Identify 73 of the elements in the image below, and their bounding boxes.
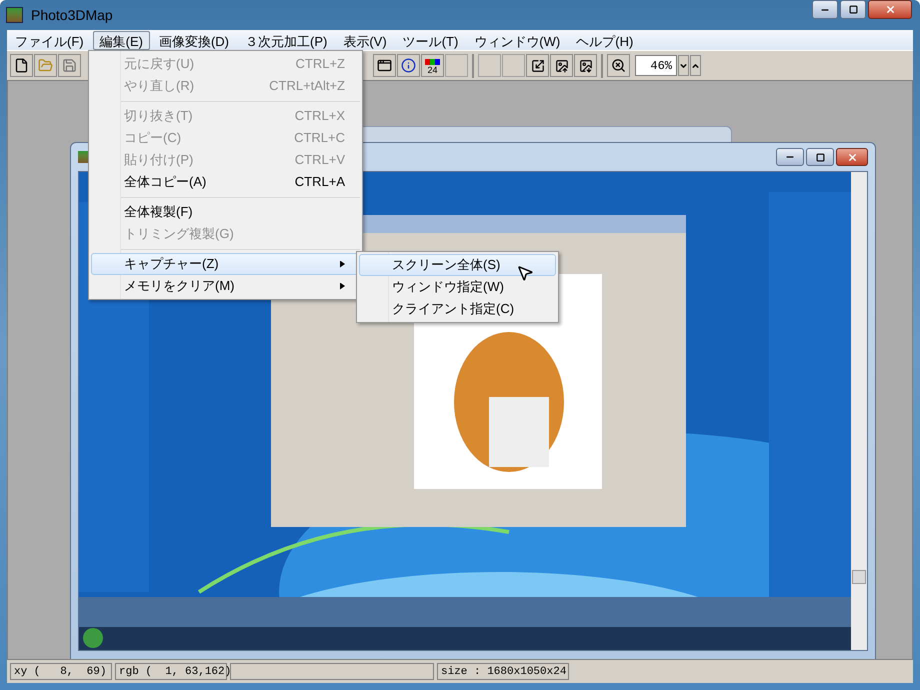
new-file-button[interactable] <box>10 54 33 77</box>
menu-label: メモリをクリア(M) <box>124 277 234 296</box>
close-icon <box>884 4 896 15</box>
menu-label: トリミング複製(G) <box>124 225 234 244</box>
shortcut-text: CTRL+A <box>294 173 345 192</box>
resize-image-button[interactable] <box>526 54 549 77</box>
shortcut-text: CTRL+C <box>294 129 345 148</box>
menu-bar-item[interactable]: ３次元加工(P) <box>238 30 334 50</box>
close-button[interactable] <box>836 148 868 166</box>
rgb-icon <box>425 59 440 65</box>
maximize-button[interactable] <box>840 0 866 19</box>
save-button[interactable] <box>58 54 81 77</box>
zoom-off-button[interactable] <box>607 54 630 77</box>
menu-label: 切り抜き(T) <box>124 107 193 126</box>
info-button[interactable] <box>397 54 420 77</box>
folder-icon <box>38 58 53 73</box>
menu-bar-item[interactable]: 編集(E) <box>92 30 150 50</box>
menu-bar-item[interactable]: ファイル(F) <box>8 30 91 50</box>
shortcut-text: CTRL+Z <box>296 55 345 74</box>
menu-item[interactable]: スクリーン全体(S) <box>359 254 556 276</box>
menu-label: ウィンドウ指定(W) <box>392 278 504 296</box>
image-icon <box>578 58 592 72</box>
color-depth-button[interactable]: 24 <box>421 54 444 77</box>
window-icon <box>377 58 392 73</box>
menu-label: スクリーン全体(S) <box>392 256 500 274</box>
menu-label: クライアント指定(C) <box>392 300 514 318</box>
maximize-button[interactable] <box>806 148 834 166</box>
shortcut-text: CTRL+X <box>294 107 345 126</box>
menu-bar-item[interactable]: 表示(V) <box>336 30 394 50</box>
image-down-button[interactable] <box>574 54 597 77</box>
menu-label: やり直し(R) <box>124 77 194 96</box>
zoom-down-button[interactable] <box>678 55 689 76</box>
menu-label: 全体複製(F) <box>124 203 193 222</box>
image-icon <box>554 58 568 72</box>
menu-bar-item[interactable]: ヘルプ(H) <box>569 30 640 50</box>
menu-bar-item[interactable]: 画像変換(D) <box>152 30 236 50</box>
image-up-button[interactable] <box>550 54 573 77</box>
menu-item[interactable]: 全体コピー(A) CTRL+A <box>91 171 360 193</box>
scrollbar[interactable] <box>851 172 867 650</box>
status-rgb: rgb ( 1, 63,162) <box>115 663 227 680</box>
close-icon <box>846 152 858 162</box>
menu-label: 元に戻す(U) <box>124 55 194 74</box>
close-button[interactable] <box>868 0 912 19</box>
scrollbar-thumb[interactable] <box>852 570 866 584</box>
mouse-cursor-icon <box>516 264 534 282</box>
maximize-icon <box>816 152 824 162</box>
menu-item[interactable]: ウィンドウ指定(W) <box>359 276 556 298</box>
shortcut-text: CTRL+tAlt+Z <box>269 77 345 96</box>
resize-icon <box>530 58 544 72</box>
menu-bar-item[interactable]: ウィンドウ(W) <box>467 30 568 50</box>
file-icon <box>14 58 29 73</box>
zoom-field[interactable]: 46% <box>635 55 677 76</box>
menu-label: 全体コピー(A) <box>124 173 206 192</box>
save-icon <box>62 58 77 73</box>
zoom-off-icon <box>611 58 626 73</box>
menu-label: キャプチャー(Z) <box>124 255 219 274</box>
window-title: Photo3DMap <box>31 6 113 25</box>
zoom-up-button[interactable] <box>690 55 701 76</box>
status-xy: xy ( 8, 69) <box>10 663 112 680</box>
app-icon <box>6 7 23 23</box>
menu-label: コピー(C) <box>124 129 182 148</box>
maximize-icon <box>848 5 858 14</box>
menu-item[interactable]: クライアント指定(C) <box>359 298 556 320</box>
window-button[interactable] <box>373 54 396 77</box>
minimize-button[interactable] <box>776 148 804 166</box>
menu-item[interactable]: メモリをクリア(M) <box>91 275 360 297</box>
menu-label: 貼り付け(P) <box>124 151 194 170</box>
menu-bar-item[interactable]: ツール(T) <box>396 30 466 50</box>
menu-item[interactable]: 全体複製(F) <box>91 201 360 223</box>
status-size: size : 1680x1050x24 <box>437 663 569 680</box>
shortcut-text: CTRL+V <box>294 151 345 170</box>
info-icon <box>401 58 416 73</box>
minimize-button[interactable] <box>812 0 838 19</box>
